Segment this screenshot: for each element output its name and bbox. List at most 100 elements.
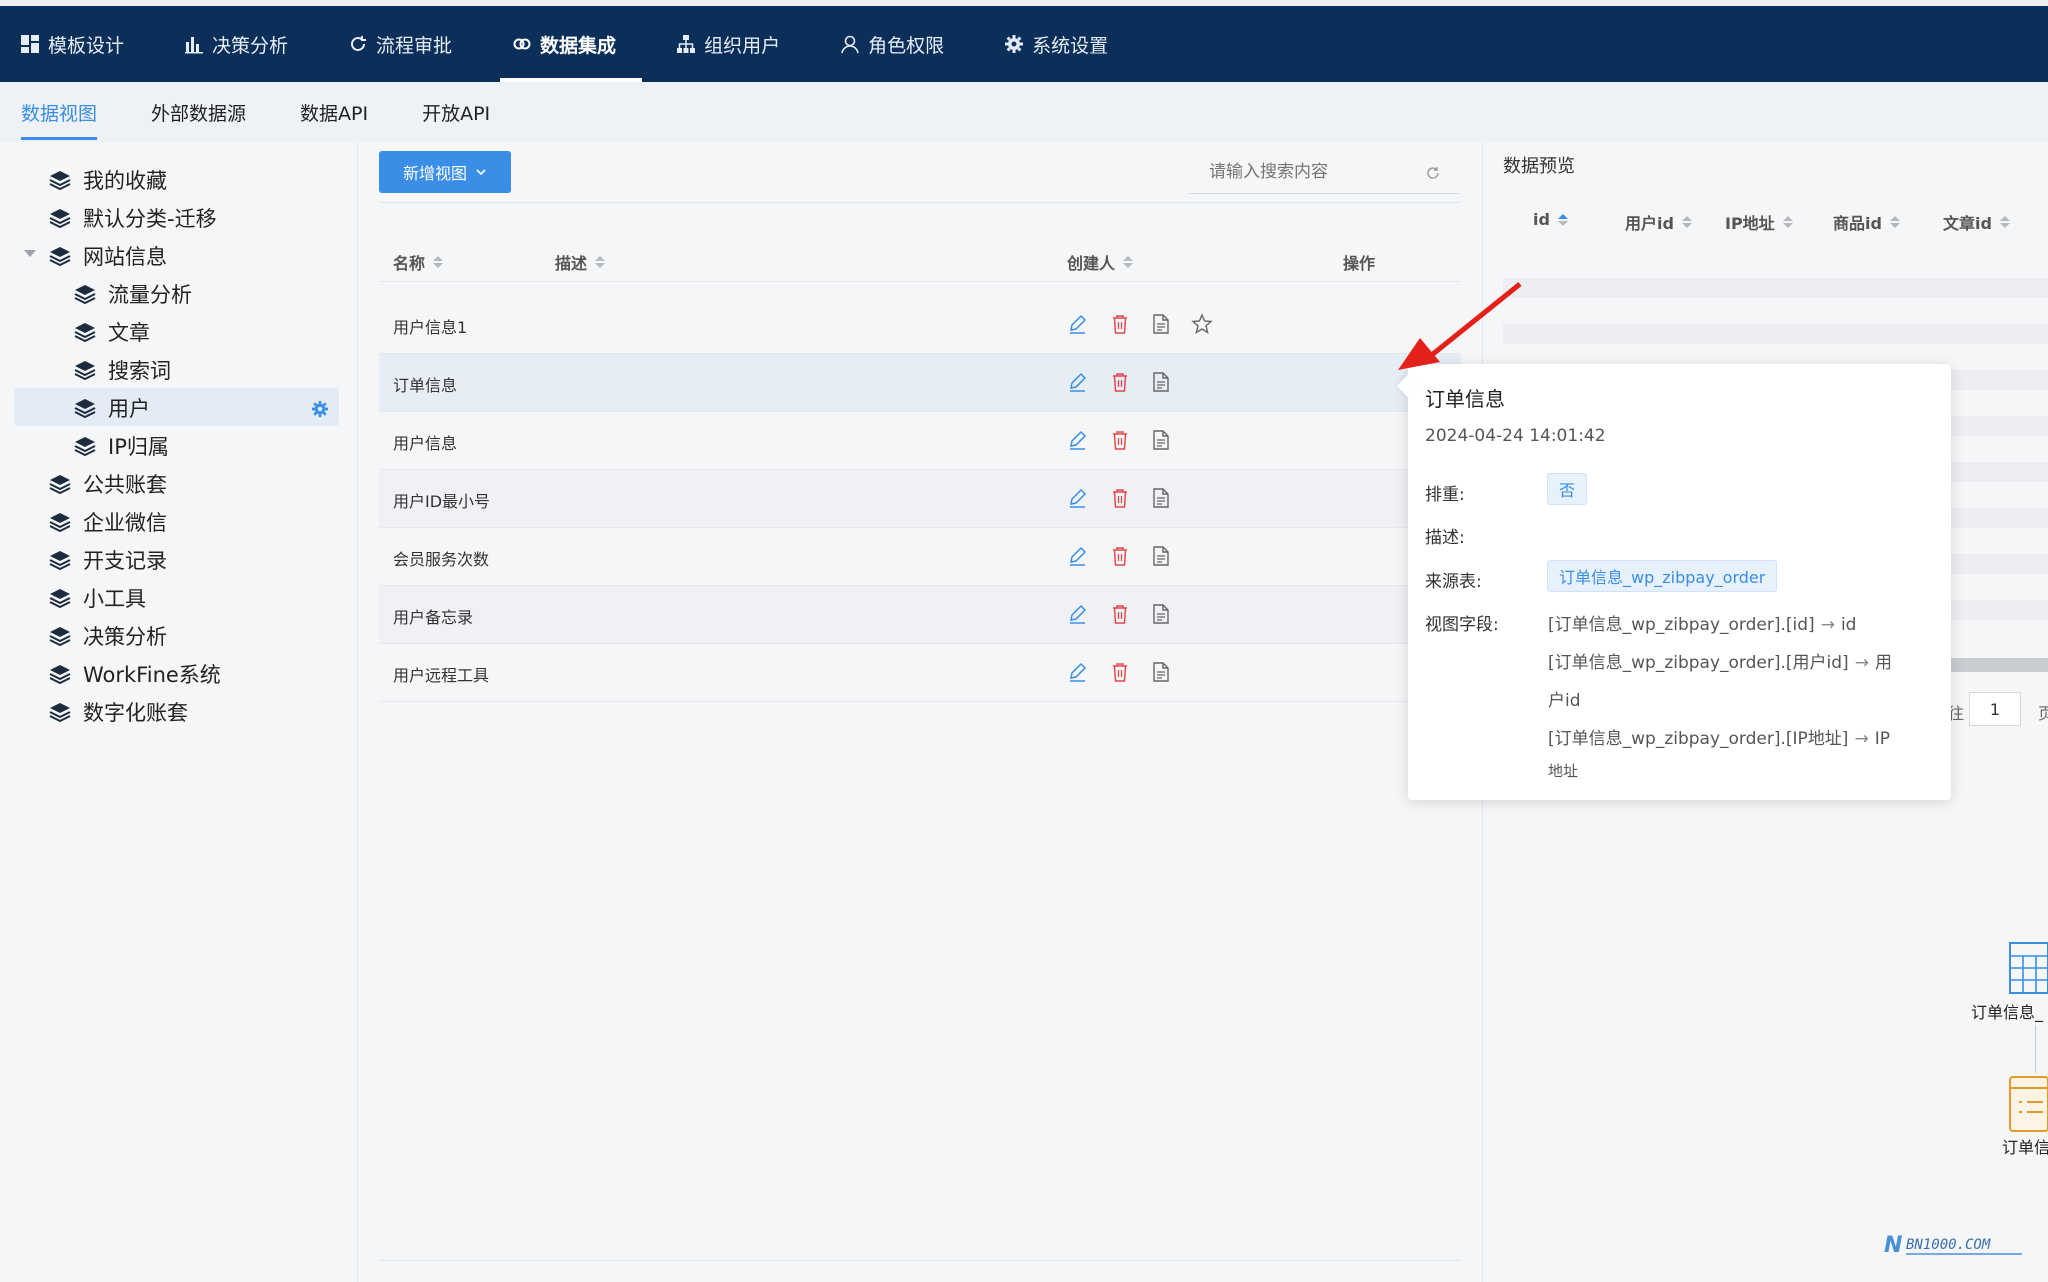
tree-item[interactable]: 网站信息 (49, 238, 167, 274)
delete-icon[interactable] (1109, 603, 1131, 625)
table-row[interactable]: 用户备忘录 (379, 586, 1461, 644)
view-detail-popover: 订单信息 2024-04-24 14:01:42 排重: 否 描述: 来源表: … (1396, 364, 1951, 800)
tree-item[interactable]: 用户 (74, 390, 150, 426)
preview-column-header[interactable]: 用户id (1625, 210, 1692, 234)
edit-icon[interactable] (1067, 661, 1089, 683)
source-field: [订单信息_wp_zibpay_order].[IP地址] (1548, 729, 1849, 749)
nav-system-settings[interactable]: 系统设置 (1004, 6, 1134, 82)
nav-org-users[interactable]: 组织用户 (676, 6, 806, 82)
document-icon[interactable] (1150, 545, 1172, 567)
nav-label: 角色权限 (868, 34, 945, 57)
tab-data-api[interactable]: 数据API (300, 82, 368, 142)
gear-icon[interactable] (311, 400, 329, 418)
tree-item[interactable]: 决策分析 (49, 618, 167, 654)
page-number-input[interactable]: 1 (1969, 692, 2021, 726)
nav-workflow-approval[interactable]: 流程审批 (348, 6, 478, 82)
column-creator[interactable]: 创建人 (1067, 250, 1134, 274)
delete-icon[interactable] (1109, 487, 1131, 509)
delete-icon[interactable] (1109, 371, 1131, 393)
layers-icon (74, 323, 96, 343)
edit-icon[interactable] (1067, 429, 1089, 451)
edit-icon[interactable] (1067, 603, 1089, 625)
sort-icon[interactable] (595, 256, 606, 268)
star-icon[interactable] (1191, 313, 1213, 335)
tree-item[interactable]: 我的收藏 (49, 162, 167, 198)
view-doc-icon (2009, 1076, 2048, 1132)
tree-item[interactable]: 小工具 (49, 580, 146, 616)
table-row[interactable]: 会员服务次数 (379, 528, 1461, 586)
edit-icon[interactable] (1067, 545, 1089, 567)
tree-item[interactable]: 文章 (74, 314, 150, 350)
view-list-panel: 新增视图 名称 描述 创建人 操作 用户信息1 订单信息用户信息用户ID最小号会员… (359, 142, 1481, 1282)
refresh-icon[interactable] (1425, 165, 1441, 181)
nav-label: 组织用户 (704, 34, 781, 57)
column-actions: 操作 (1343, 250, 1375, 274)
document-icon[interactable] (1150, 429, 1172, 451)
user-icon (840, 34, 860, 54)
tree-item[interactable]: 默认分类-迁移 (49, 200, 217, 236)
document-icon[interactable] (1150, 313, 1172, 335)
preview-column-header[interactable]: id (1533, 210, 1568, 229)
source-table-tag[interactable]: 订单信息_wp_zibpay_order (1547, 560, 1778, 592)
document-icon[interactable] (1150, 487, 1172, 509)
tree-item[interactable]: WorkFine系统 (49, 656, 221, 692)
nav-role-permission[interactable]: 角色权限 (840, 6, 970, 82)
tree-item[interactable]: 流量分析 (74, 276, 192, 312)
table-row[interactable]: 订单信息 (379, 354, 1461, 412)
column-name[interactable]: 名称 (393, 250, 444, 274)
table-row[interactable]: 用户远程工具 (379, 644, 1461, 702)
table-row[interactable]: 用户信息1 (379, 296, 1461, 354)
new-view-button[interactable]: 新增视图 (379, 151, 511, 193)
preview-column-header[interactable]: 文章id (1943, 210, 2010, 234)
tree-item-label: 公共账套 (83, 473, 167, 497)
column-description[interactable]: 描述 (555, 250, 606, 274)
tree-item-label: 决策分析 (83, 625, 167, 649)
preview-column-header[interactable]: 商品id (1833, 210, 1900, 234)
delete-icon[interactable] (1109, 545, 1131, 567)
preview-column-label: 商品id (1833, 214, 1882, 233)
document-icon[interactable] (1150, 661, 1172, 683)
sort-icon[interactable] (1999, 216, 2010, 228)
tree-item-label: 企业微信 (83, 511, 167, 535)
sort-icon[interactable] (1123, 256, 1134, 268)
edit-icon[interactable] (1067, 371, 1089, 393)
tab-open-api[interactable]: 开放API (422, 82, 490, 142)
layers-icon (49, 551, 71, 571)
tree-item[interactable]: 企业微信 (49, 504, 167, 540)
document-icon[interactable] (1150, 371, 1172, 393)
table-row[interactable]: 用户ID最小号 (379, 470, 1461, 528)
edit-icon[interactable] (1067, 487, 1089, 509)
edit-icon[interactable] (1067, 313, 1089, 335)
delete-icon[interactable] (1109, 661, 1131, 683)
tree-item[interactable]: 开支记录 (49, 542, 167, 578)
link-icon (512, 34, 532, 54)
row-name: 用户信息 (393, 434, 458, 453)
tree-item[interactable]: 搜索词 (74, 352, 171, 388)
tree-item-label: 文章 (108, 321, 150, 345)
sort-icon[interactable] (1557, 213, 1568, 226)
preview-column-header[interactable]: IP地址 (1725, 210, 1793, 234)
pager-suffix: 页 (2038, 704, 2048, 723)
sort-icon[interactable] (1782, 216, 1793, 228)
horizontal-scrollbar[interactable] (1943, 658, 2048, 672)
sort-icon[interactable] (1681, 216, 1692, 228)
delete-icon[interactable] (1109, 313, 1131, 335)
tree-item[interactable]: 公共账套 (49, 466, 167, 502)
delete-icon[interactable] (1109, 429, 1131, 451)
layers-icon (49, 665, 71, 685)
row-name: 会员服务次数 (393, 550, 490, 569)
tab-data-view[interactable]: 数据视图 (21, 82, 98, 142)
tree-item[interactable]: IP归属 (74, 428, 169, 464)
nav-data-integration[interactable]: 数据集成 (500, 6, 643, 82)
table-row[interactable]: 用户信息 (379, 412, 1461, 470)
divider (379, 1260, 1461, 1261)
document-icon[interactable] (1150, 603, 1172, 625)
nav-template-design[interactable]: 模板设计 (20, 6, 150, 82)
nav-decision-analysis[interactable]: 决策分析 (184, 6, 314, 82)
tab-external-source[interactable]: 外部数据源 (151, 82, 246, 142)
search-input[interactable] (1189, 152, 1409, 192)
expand-caret-icon[interactable] (24, 250, 36, 257)
sort-icon[interactable] (433, 256, 444, 268)
sort-icon[interactable] (1889, 216, 1900, 228)
tree-item[interactable]: 数字化账套 (49, 694, 188, 730)
